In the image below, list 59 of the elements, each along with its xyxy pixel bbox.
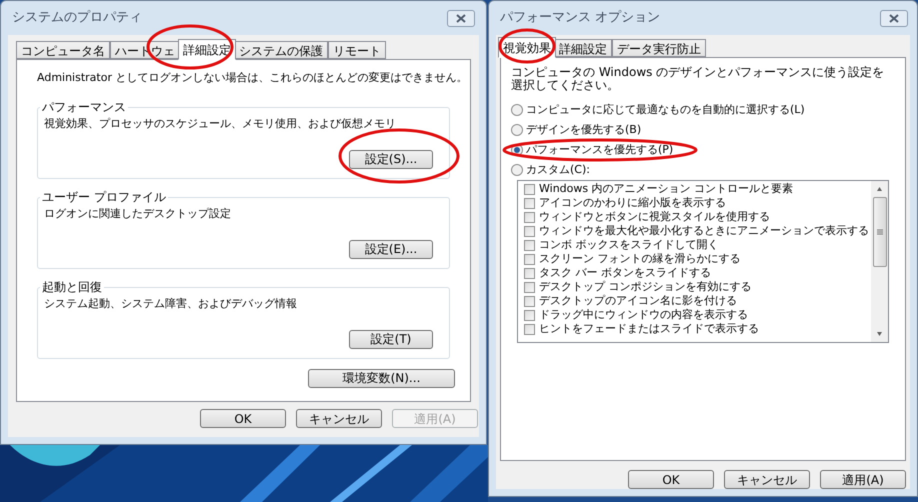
checkbox[interactable] xyxy=(524,282,535,292)
tab[interactable]: システムの保護 xyxy=(234,41,328,59)
group-title: ユーザー プロファイル xyxy=(40,188,168,204)
radio-button[interactable] xyxy=(511,104,523,116)
annotation-ellipse xyxy=(498,28,556,64)
effect-option[interactable]: スクリーン フォントの縁を滑らかにする xyxy=(524,252,871,266)
effect-option[interactable]: Windows 内のアニメーション コントロールと要素 xyxy=(524,182,871,196)
notice-text: Administrator としてログオンしない場合は、これらのほとんどの変更はできません。 xyxy=(37,70,468,86)
dialog-button[interactable]: 設定(S)... xyxy=(349,150,433,168)
group-title: 起動と回復 xyxy=(40,278,104,294)
checkbox[interactable] xyxy=(524,184,535,194)
grip-icon xyxy=(876,229,882,235)
tab[interactable]: リモート xyxy=(328,41,386,59)
scrollbar[interactable] xyxy=(871,181,888,342)
effect-option[interactable]: ドラッグ中にウィンドウの内容を表示する xyxy=(524,308,871,322)
effect-option[interactable]: ウィンドウを最大化や最小化するときにアニメーションで表示する xyxy=(524,224,871,238)
close-button[interactable] xyxy=(447,10,475,26)
checkbox[interactable] xyxy=(524,240,535,250)
tab[interactable]: データ実行防止 xyxy=(612,39,706,57)
dialog-button[interactable]: OK xyxy=(200,409,286,428)
effect-option[interactable]: タスク バー ボタンをスライドする xyxy=(524,266,871,280)
radio-button[interactable] xyxy=(511,164,523,176)
radio-option[interactable]: カスタム(C): xyxy=(511,160,590,180)
effect-option[interactable]: ウィンドウとボタンに視覚スタイルを使用する xyxy=(524,210,871,224)
close-icon xyxy=(456,14,466,22)
group-description: ログオンに関連したデスクトップ設定 xyxy=(44,206,231,222)
checkbox[interactable] xyxy=(524,324,535,334)
radio-button[interactable] xyxy=(511,124,523,136)
group-description: 視覚効果、プロセッサのスケジュール、メモリ使用、および仮想メモリ xyxy=(44,116,396,132)
scrollbar-thumb[interactable] xyxy=(872,197,886,267)
dialog-button[interactable]: 環境変数(N)... xyxy=(308,368,455,388)
radio-option[interactable]: デザインを優先する(B) xyxy=(511,120,642,140)
close-button[interactable] xyxy=(880,10,908,26)
window-title: パフォーマンス オプション xyxy=(500,9,660,28)
close-icon xyxy=(889,14,899,22)
tab[interactable]: 詳細設定 xyxy=(554,39,612,57)
checkbox[interactable] xyxy=(524,254,535,264)
checkbox[interactable] xyxy=(524,212,535,222)
effect-option[interactable]: コンボ ボックスをスライドして開く xyxy=(524,238,871,252)
dialog-button[interactable]: キャンセル xyxy=(724,470,810,489)
description-text: コンピュータの Windows のデザインとパフォーマンスに使う設定を選択してください。 xyxy=(511,66,886,92)
effect-option[interactable]: デスクトップ コンポジションを有効にする xyxy=(524,280,871,294)
window-title: システムのプロパティ xyxy=(12,9,142,28)
group-description: システム起動、システム障害、およびデバッグ情報 xyxy=(44,296,297,312)
checkbox[interactable] xyxy=(524,226,535,236)
dialog-button[interactable]: OK xyxy=(628,470,714,489)
dialog-button[interactable]: キャンセル xyxy=(296,409,382,428)
effect-option[interactable]: ヒントをフェードまたはスライドで表示する xyxy=(524,322,871,336)
dialog-button[interactable]: 適用(A) xyxy=(820,470,906,489)
radio-option[interactable]: コンピュータに応じて最適なものを自動的に選択する(L) xyxy=(511,100,805,120)
effect-option[interactable]: アイコンのかわりに縮小版を表示する xyxy=(524,196,871,210)
checkbox[interactable] xyxy=(524,296,535,306)
tab[interactable]: コンピュータ名 xyxy=(16,41,110,59)
checkbox[interactable] xyxy=(524,268,535,278)
dialog-button[interactable]: 設定(T) xyxy=(349,330,433,348)
checkbox[interactable] xyxy=(524,198,535,208)
checkbox[interactable] xyxy=(524,310,535,320)
effect-option[interactable]: デスクトップのアイコン名に影を付ける xyxy=(524,294,871,308)
dialog-button[interactable]: 設定(E)... xyxy=(349,240,433,258)
